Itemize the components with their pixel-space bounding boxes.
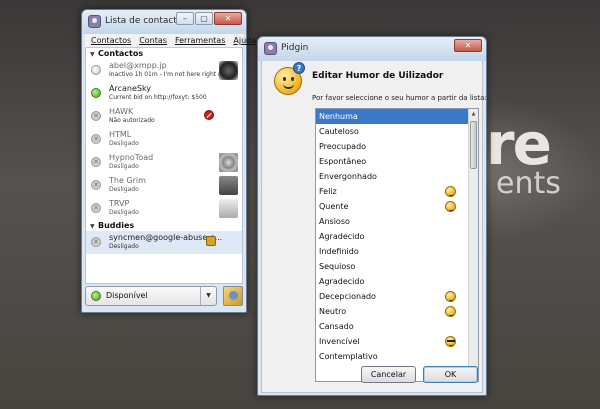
contact-status: Desligado xyxy=(109,140,139,147)
question-mark-icon: ? xyxy=(293,62,305,74)
available-status-icon xyxy=(91,291,101,301)
mood-item[interactable]: Cauteloso xyxy=(316,124,478,139)
mood-question-smiley-icon: ? xyxy=(274,62,305,95)
mood-item[interactable]: Espontâneo xyxy=(316,154,478,169)
scroll-up-icon[interactable]: ▲ xyxy=(469,109,478,119)
cool-emoticon-icon xyxy=(445,336,456,347)
contact-name: TRVP xyxy=(109,199,130,208)
status-selector[interactable]: Disponível ▼ xyxy=(85,286,217,306)
contact-name: abel@xmpp.jp xyxy=(109,61,167,70)
maximize-button[interactable]: ▢ xyxy=(195,12,213,25)
contact-status: Current bid on http://foxyt: $500 xyxy=(109,94,207,101)
pidgin-app-icon xyxy=(88,15,101,28)
buddy-avatar-icon xyxy=(219,61,238,80)
contact-status: Não autorizado xyxy=(109,117,155,124)
mood-item[interactable]: Nenhuma xyxy=(316,109,478,124)
mood-item[interactable]: Preocupado xyxy=(316,139,478,154)
mood-item[interactable]: Neutro xyxy=(316,304,478,319)
contact-row[interactable]: ✕ syncmen@google-abuse.o... Desligado xyxy=(86,231,242,254)
mood-item[interactable]: Sequioso xyxy=(316,259,478,274)
menu-bar: Contactos Contas Ferramentas Ajuda xyxy=(85,34,256,48)
menu-contas[interactable]: Contas xyxy=(139,34,167,47)
ok-button[interactable]: OK xyxy=(423,366,478,383)
mood-dialog-title: Pidgin xyxy=(281,43,309,53)
my-buddy-icon[interactable] xyxy=(223,286,243,306)
close-button[interactable]: ✕ xyxy=(214,12,242,25)
menu-contactos[interactable]: Contactos xyxy=(91,34,131,47)
mood-list-scrollbar[interactable]: ▲ ▼ xyxy=(468,109,478,381)
contact-status: Desligado xyxy=(109,186,139,193)
mood-dialog-window: Pidgin ✕ ? Editar Humor de Uilizador Por… xyxy=(257,36,487,396)
mood-item[interactable]: Feliz xyxy=(316,184,478,199)
desktop-wallpaper-tagline: ents xyxy=(496,166,561,201)
contact-status: Desligado xyxy=(109,163,139,170)
offline-status-icon: ✕ xyxy=(91,111,101,121)
chevron-down-icon[interactable]: ▼ xyxy=(200,287,216,305)
close-button[interactable]: ✕ xyxy=(454,39,482,52)
group-header-buddies[interactable]: ▼ Buddies xyxy=(86,220,242,231)
neutral-emoticon-icon xyxy=(445,306,456,317)
mood-indicator-icon xyxy=(206,236,216,246)
contact-row[interactable]: ✕ The Grim Desligado xyxy=(86,174,242,197)
mood-item[interactable]: Decepcionado xyxy=(316,289,478,304)
buddy-list-titlebar[interactable]: Lista de contactos – ▢ ✕ xyxy=(82,10,246,34)
sad-emoticon-icon xyxy=(445,291,456,302)
contact-name: HAWK xyxy=(109,107,134,116)
offline-status-icon: ✕ xyxy=(91,134,101,144)
happy-emoticon-icon xyxy=(445,186,456,197)
mood-item[interactable]: Quente xyxy=(316,199,478,214)
dialog-heading: Editar Humor de Uilizador xyxy=(312,71,444,81)
pidgin-app-icon xyxy=(264,42,277,55)
mood-item[interactable]: Contemplativo xyxy=(316,349,478,364)
contact-row[interactable]: ✕ HypnoToad Desligado xyxy=(86,151,242,174)
contact-row[interactable]: ✕ HAWK Não autorizado xyxy=(86,105,242,128)
contact-row[interactable]: abel@xmpp.jp Inactivo 1h 01m - I'm not h… xyxy=(86,59,242,82)
contact-status: Inactivo 1h 01m - I'm not here right n..… xyxy=(109,71,228,78)
minimize-button[interactable]: – xyxy=(176,12,194,25)
mood-item[interactable]: Agradecido xyxy=(316,229,478,244)
menu-ajuda[interactable]: Ajuda xyxy=(233,34,256,47)
mood-item[interactable]: Cansado xyxy=(316,319,478,334)
contact-name: The Grim xyxy=(109,176,146,185)
mood-dialog-body: ? Editar Humor de Uilizador Por favor se… xyxy=(261,61,487,393)
mood-list[interactable]: Nenhuma Cauteloso Preocupado Espontâneo … xyxy=(315,108,479,382)
offline-status-icon: ✕ xyxy=(91,203,101,213)
cancel-button[interactable]: Cancelar xyxy=(361,366,416,383)
not-authorized-icon xyxy=(204,110,214,120)
contact-name: HTML xyxy=(109,130,132,139)
menu-ferramentas[interactable]: Ferramentas xyxy=(175,34,225,47)
buddy-avatar-icon xyxy=(219,153,238,172)
buddy-avatar-icon xyxy=(219,176,238,195)
offline-status-icon: ✕ xyxy=(91,237,101,247)
contact-name: HypnoToad xyxy=(109,153,154,162)
buddy-list-title: Lista de contactos xyxy=(105,16,188,26)
contact-row[interactable]: ✕ HTML Desligado xyxy=(86,128,242,151)
offline-status-icon: ✕ xyxy=(91,157,101,167)
mood-dialog-titlebar[interactable]: Pidgin ✕ xyxy=(258,37,486,61)
buddy-avatar-icon xyxy=(219,199,238,218)
mood-item[interactable]: Ansioso xyxy=(316,214,478,229)
group-header-contactos[interactable]: ▼ Contactos xyxy=(86,48,242,59)
status-bar: Disponível ▼ xyxy=(85,284,243,308)
status-selector-value: Disponível xyxy=(106,291,148,300)
mood-item[interactable]: Agradecido xyxy=(316,274,478,289)
mood-item[interactable]: Invencível xyxy=(316,334,478,349)
offline-status-icon: ✕ xyxy=(91,180,101,190)
dialog-prompt: Por favor seleccione o seu humor a parti… xyxy=(312,94,487,102)
contact-row[interactable]: ✕ TRVP Desligado xyxy=(86,197,242,220)
contact-list[interactable]: ▼ Contactos abel@xmpp.jp Inactivo 1h 01m … xyxy=(85,48,243,284)
hot-emoticon-icon xyxy=(445,201,456,212)
contact-status: Desligado xyxy=(109,209,139,216)
contact-name: ArcaneSky xyxy=(109,84,152,93)
idle-status-icon xyxy=(91,65,101,75)
available-status-icon xyxy=(91,88,101,98)
mood-item[interactable]: Indefinido xyxy=(316,244,478,259)
mood-item[interactable]: Envergonhado xyxy=(316,169,478,184)
buddy-list-window: Lista de contactos – ▢ ✕ Contactos Conta… xyxy=(81,9,256,313)
scrollbar-thumb[interactable] xyxy=(470,121,477,169)
contact-row[interactable]: ArcaneSky Current bid on http://foxyt: $… xyxy=(86,82,242,105)
contact-status: Desligado xyxy=(109,243,139,250)
